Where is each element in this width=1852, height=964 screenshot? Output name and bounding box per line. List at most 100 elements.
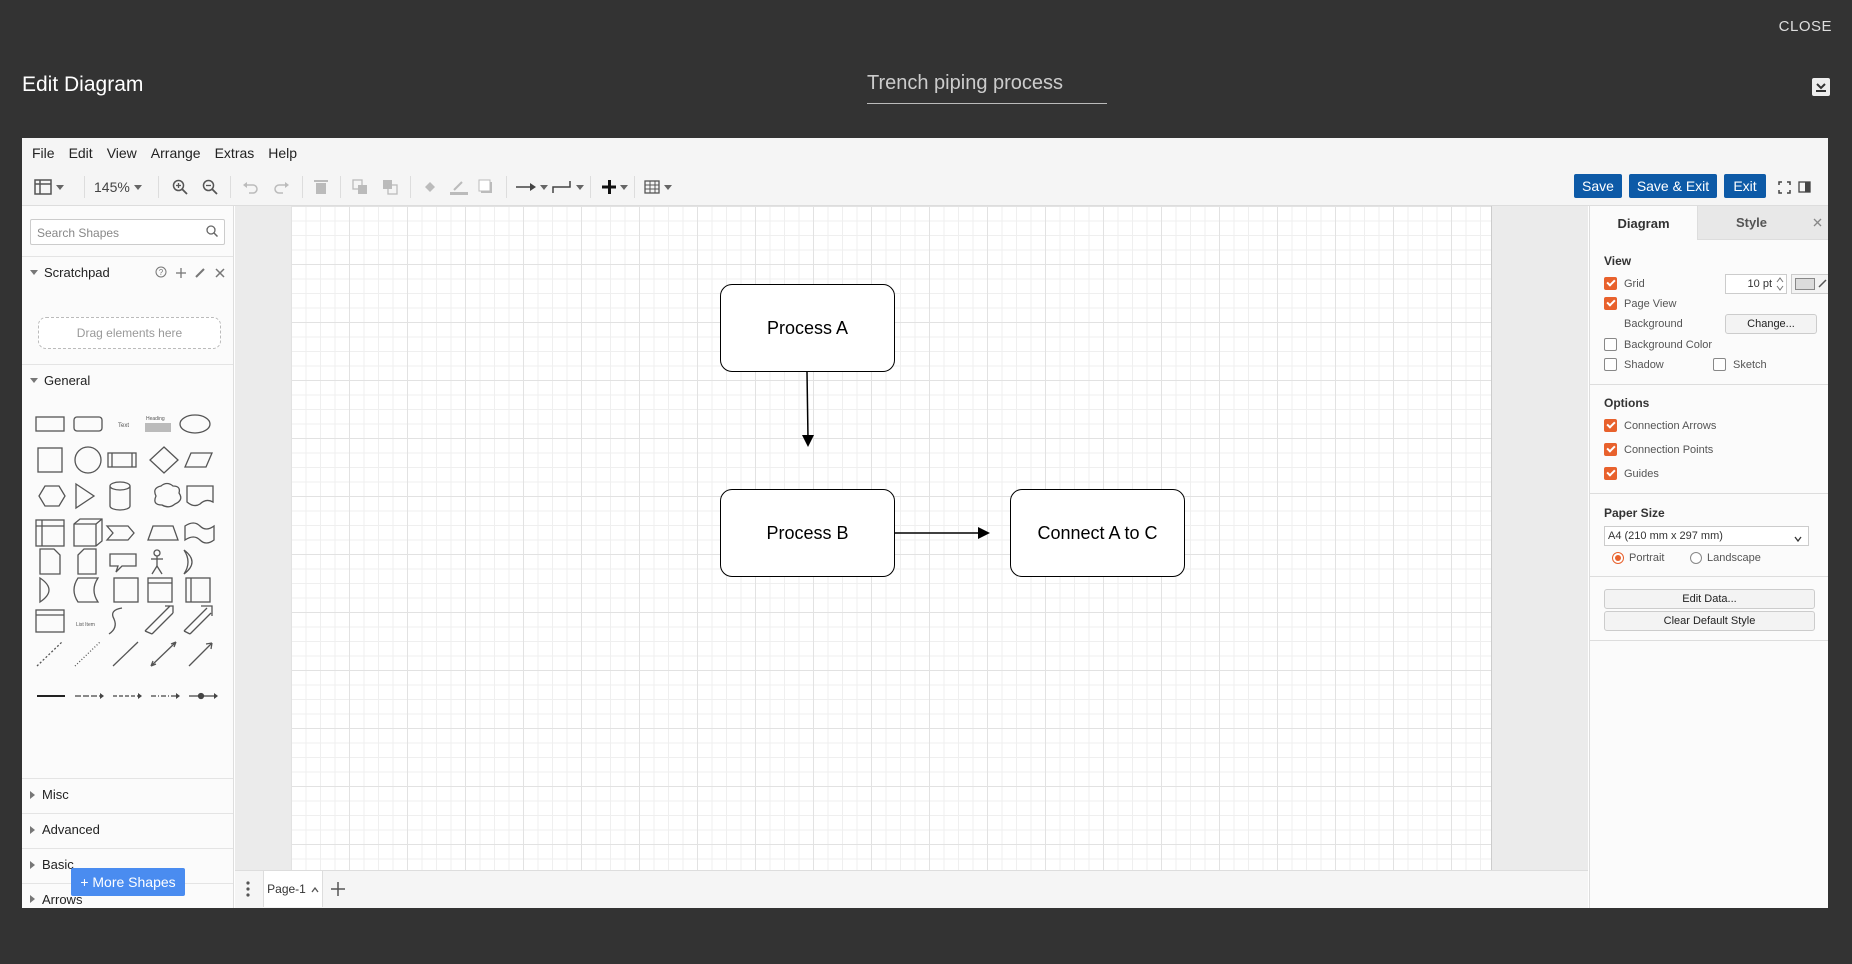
grid-size-input[interactable]: 10 pt	[1725, 274, 1787, 294]
menu-file[interactable]: File	[32, 145, 55, 161]
page-view-checkbox[interactable]	[1604, 297, 1617, 310]
search-shapes-input[interactable]: Search Shapes	[30, 219, 225, 245]
landscape-radio[interactable]	[1690, 552, 1702, 564]
help-icon[interactable]: ?	[155, 266, 167, 281]
to-front-icon[interactable]	[352, 177, 368, 197]
zoom-value: 145%	[94, 179, 130, 195]
line-color-icon[interactable]	[450, 177, 468, 197]
general-header[interactable]: General	[22, 364, 233, 396]
menubar: File Edit View Arrange Extras Help	[22, 138, 1828, 168]
delete-icon[interactable]	[314, 177, 328, 197]
zoom-select[interactable]: 145%	[94, 177, 142, 197]
sketch-label: Sketch	[1733, 358, 1767, 371]
connection-arrows-option[interactable]: Connection Arrows	[1604, 419, 1716, 432]
menu-arrange[interactable]: Arrange	[151, 145, 201, 161]
section-misc[interactable]: Misc	[22, 778, 233, 810]
toolbar: 145% Save Save & Exit Exit	[22, 168, 1828, 206]
shadow-icon[interactable]	[478, 177, 494, 197]
insert-icon[interactable]	[602, 177, 628, 197]
connection-points-option[interactable]: Connection Points	[1604, 443, 1713, 456]
scratchpad-header[interactable]: Scratchpad ?	[22, 256, 233, 288]
chevron-up-icon[interactable]	[311, 882, 319, 896]
clear-default-style-button[interactable]: Clear Default Style	[1604, 611, 1815, 631]
menu-edit[interactable]: Edit	[69, 145, 93, 161]
background-color-checkbox[interactable]	[1604, 338, 1617, 351]
waypoints-icon[interactable]	[552, 177, 584, 197]
tab-style[interactable]: Style	[1697, 206, 1805, 240]
section-advanced[interactable]: Advanced	[22, 813, 233, 845]
page-view-label: Page View	[1624, 297, 1677, 310]
edges-layer	[802, 371, 990, 539]
background-color-option[interactable]: Background Color	[1604, 338, 1712, 351]
zoom-out-icon[interactable]	[202, 177, 218, 197]
edge-a-to-b[interactable]	[806, 371, 809, 439]
menu-extras[interactable]: Extras	[215, 145, 255, 161]
shadow-option[interactable]: Shadow	[1604, 358, 1664, 371]
close-icon[interactable]	[215, 266, 225, 281]
search-placeholder: Search Shapes	[37, 226, 120, 240]
shadow-checkbox[interactable]	[1604, 358, 1617, 371]
arrowhead-icon	[802, 435, 814, 447]
table-icon[interactable]	[644, 177, 672, 197]
portrait-radio[interactable]	[1612, 552, 1624, 564]
node-process-a[interactable]: Process A	[720, 284, 895, 372]
save-button[interactable]: Save	[1574, 174, 1622, 198]
close-panel-icon[interactable]	[1805, 206, 1828, 240]
download-icon[interactable]	[1812, 78, 1830, 96]
connection-arrows-checkbox[interactable]	[1604, 419, 1617, 432]
page-tab-1[interactable]: Page-1	[263, 871, 323, 907]
tab-diagram[interactable]: Diagram	[1590, 206, 1697, 240]
modal-title: Edit Diagram	[22, 73, 144, 96]
add-page-icon[interactable]	[331, 882, 345, 901]
menu-help[interactable]: Help	[268, 145, 297, 161]
diagram-canvas[interactable]: Process A Process B Connect A to C	[235, 206, 1588, 870]
diagram-name-input[interactable]: Trench piping process	[867, 72, 1107, 104]
to-back-icon[interactable]	[382, 177, 398, 197]
close-button[interactable]: CLOSE	[1779, 18, 1832, 35]
sketch-option[interactable]: Sketch	[1713, 358, 1767, 371]
scratchpad-drop-zone[interactable]: Drag elements here	[38, 317, 221, 349]
spinner-icon[interactable]	[1776, 277, 1784, 294]
paper-size-select[interactable]: A4 (210 mm x 297 mm)	[1604, 526, 1809, 546]
guides-checkbox[interactable]	[1604, 467, 1617, 480]
grid-checkbox[interactable]	[1604, 277, 1617, 290]
more-shapes-button[interactable]: + More Shapes	[71, 868, 185, 896]
shadow-label: Shadow	[1624, 358, 1664, 371]
general-shapes-palette[interactable]: Text Heading List Item	[34, 406, 224, 706]
node-process-b[interactable]: Process B	[720, 489, 895, 577]
general-label: General	[44, 373, 91, 388]
format-panel-toggle-icon[interactable]	[1798, 177, 1811, 197]
change-background-button[interactable]: Change...	[1725, 314, 1817, 334]
menu-view[interactable]: View	[107, 145, 137, 161]
pages-menu-icon[interactable]	[245, 881, 251, 902]
fill-color-icon[interactable]	[422, 177, 438, 197]
zoom-in-icon[interactable]	[172, 177, 188, 197]
connection-style-icon[interactable]	[516, 177, 548, 197]
pencil-icon[interactable]	[195, 266, 206, 281]
chevron-right-icon	[30, 895, 35, 903]
grid-option[interactable]: Grid	[1604, 277, 1645, 290]
edit-data-button[interactable]: Edit Data...	[1604, 589, 1815, 609]
chevron-right-icon	[30, 860, 35, 869]
save-exit-button[interactable]: Save & Exit	[1629, 174, 1717, 198]
node-connect-a-to-c[interactable]: Connect A to C	[1010, 489, 1185, 577]
grid-color-button[interactable]	[1791, 274, 1828, 294]
guides-option[interactable]: Guides	[1604, 467, 1659, 480]
view-section-title: View	[1604, 254, 1632, 268]
landscape-option[interactable]: Landscape	[1690, 552, 1761, 564]
exit-button[interactable]: Exit	[1724, 174, 1766, 198]
layout-panel-icon[interactable]	[34, 177, 64, 197]
chevron-down-icon	[30, 378, 38, 383]
connection-arrows-label: Connection Arrows	[1624, 419, 1717, 432]
redo-icon[interactable]	[274, 177, 290, 197]
add-icon[interactable]	[176, 266, 186, 281]
page-view-option[interactable]: Page View	[1604, 297, 1676, 310]
section-advanced-label: Advanced	[42, 822, 100, 837]
text-shape: Text	[118, 423, 129, 429]
background-label-text: Background	[1624, 318, 1683, 330]
portrait-option[interactable]: Portrait	[1612, 552, 1664, 564]
sketch-checkbox[interactable]	[1713, 358, 1726, 371]
fullscreen-icon[interactable]	[1778, 177, 1791, 197]
undo-icon[interactable]	[242, 177, 258, 197]
connection-points-checkbox[interactable]	[1604, 443, 1617, 456]
